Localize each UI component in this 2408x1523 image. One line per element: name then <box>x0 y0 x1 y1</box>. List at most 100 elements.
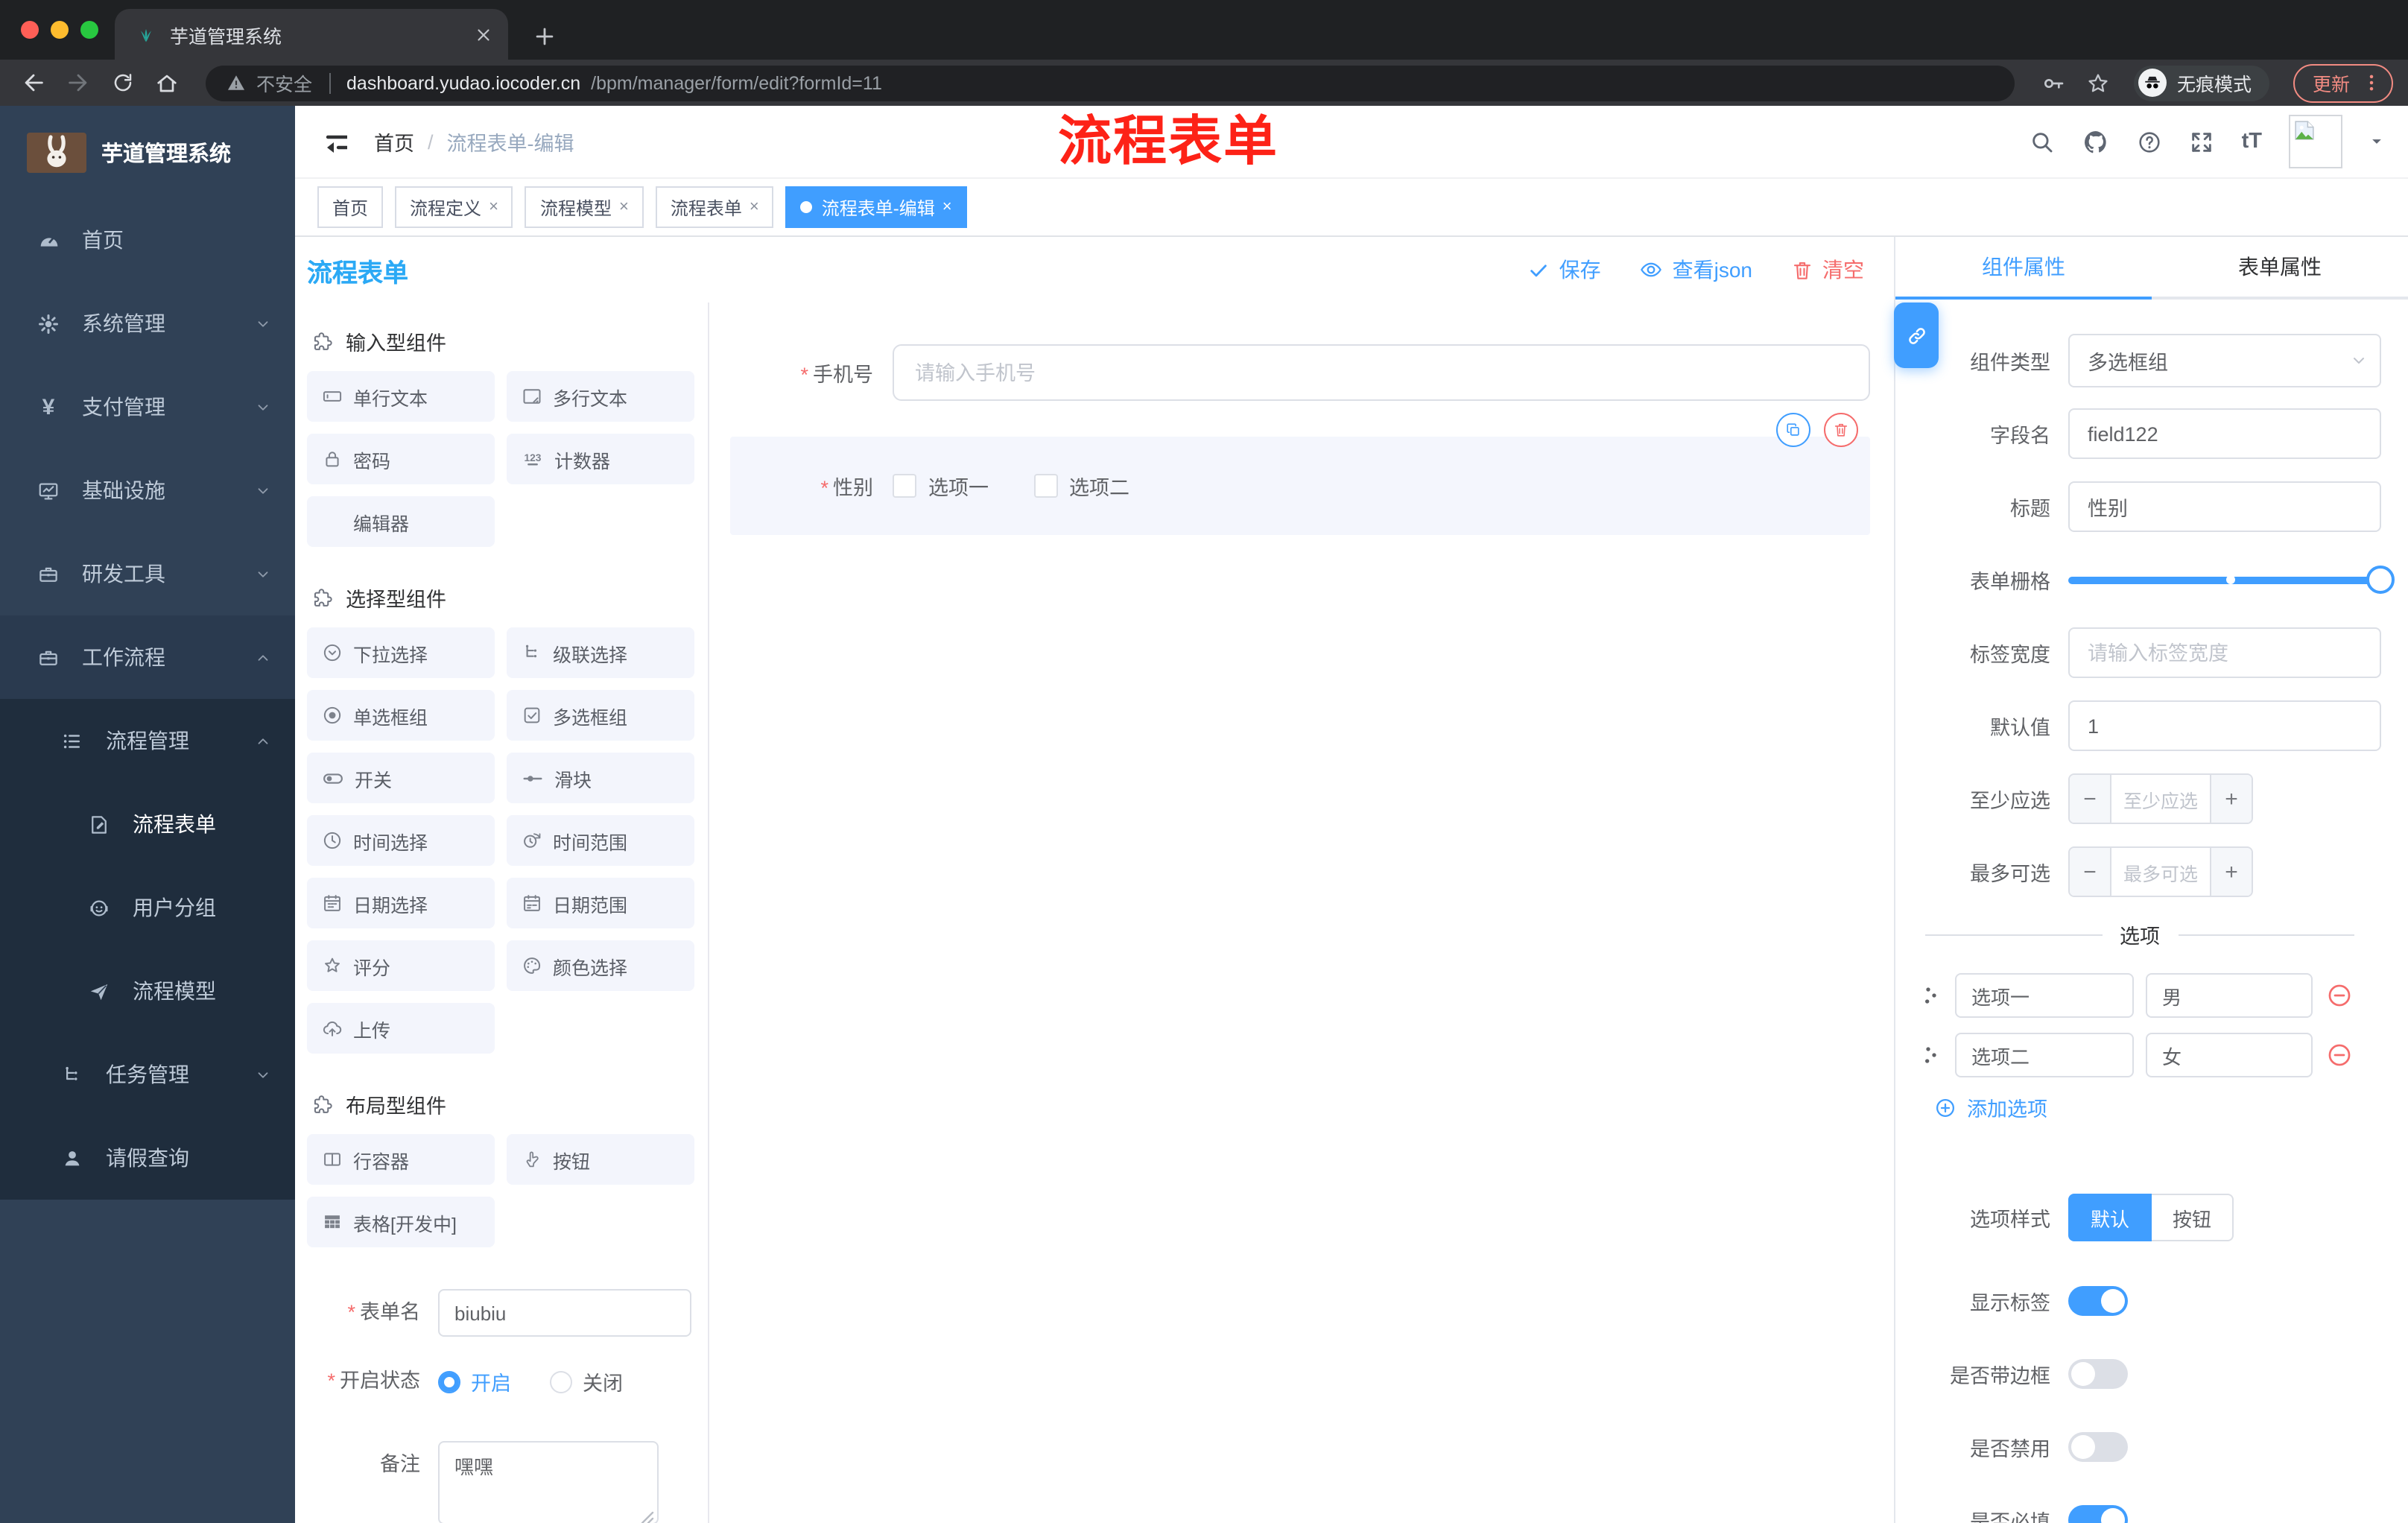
component-item[interactable]: 时间选择 <box>307 815 495 866</box>
user-avatar[interactable] <box>2289 115 2342 168</box>
stepper-minus-button[interactable]: − <box>2070 775 2111 823</box>
tag-close-icon[interactable]: × <box>489 198 498 216</box>
url-bar[interactable]: 不安全 dashboard.yudao.iocoder.cn/bpm/manag… <box>206 65 2015 101</box>
sidebar-item-process-form[interactable]: 流程表单 <box>0 782 295 866</box>
clear-button[interactable]: 清空 <box>1791 255 1864 285</box>
browser-tab[interactable]: 芋道管理系统 <box>115 9 508 60</box>
option-value-input[interactable] <box>2146 973 2313 1018</box>
show-label-toggle[interactable] <box>2068 1286 2128 1316</box>
component-item[interactable]: 评分 <box>307 940 495 991</box>
window-zoom-button[interactable] <box>80 21 98 39</box>
resize-handle-icon[interactable] <box>641 1511 654 1523</box>
stepper-value[interactable]: 至少应选 <box>2111 775 2210 823</box>
option-name-input[interactable] <box>1955 973 2134 1018</box>
forward-button[interactable] <box>60 65 95 101</box>
sidebar-item-devtools[interactable]: 研发工具 <box>0 532 295 615</box>
component-item[interactable]: 下拉选择 <box>307 627 495 678</box>
sidebar-item-task-management[interactable]: 任务管理 <box>0 1033 295 1116</box>
drag-handle-icon[interactable] <box>1919 1043 1943 1067</box>
component-item[interactable]: 单行文本 <box>307 371 495 422</box>
sidebar-item-workflow[interactable]: 工作流程 <box>0 615 295 699</box>
component-item[interactable]: 时间范围 <box>507 815 694 866</box>
fullscreen-icon[interactable] <box>2190 129 2215 154</box>
gender-checkbox-group[interactable]: * 性别 选项一 选项二 <box>730 437 1870 535</box>
window-minimize-button[interactable] <box>51 21 69 39</box>
sidebar-item-user-group[interactable]: 用户分组 <box>0 866 295 949</box>
sidebar-item-system[interactable]: 系统管理 <box>0 282 295 365</box>
slider-track[interactable] <box>2068 566 2395 594</box>
component-item[interactable]: 表格[开发中] <box>307 1197 495 1247</box>
style-button-button[interactable]: 按钮 <box>2152 1194 2234 1241</box>
form-name-input[interactable] <box>438 1289 691 1337</box>
option-name-input[interactable] <box>1955 1033 2134 1077</box>
font-size-icon[interactable]: tT <box>2242 130 2262 153</box>
sidebar-collapse-button[interactable] <box>322 129 347 154</box>
required-toggle[interactable] <box>2068 1505 2128 1523</box>
tab-close-icon[interactable] <box>474 25 493 44</box>
sidebar-item-process-management[interactable]: 流程管理 <box>0 699 295 782</box>
component-item[interactable]: 日期范围 <box>507 878 694 928</box>
help-question-icon[interactable] <box>2138 129 2163 154</box>
component-item[interactable]: 颜色选择 <box>507 940 694 991</box>
add-option-button[interactable]: 添加选项 <box>1934 1092 2381 1122</box>
label-width-input[interactable] <box>2068 627 2381 678</box>
avatar-caret-down-icon[interactable] <box>2369 134 2384 149</box>
github-icon[interactable] <box>2082 127 2111 156</box>
tag-close-icon[interactable]: × <box>750 198 759 216</box>
default-value-input[interactable] <box>2068 700 2381 751</box>
component-item[interactable]: 滑块 <box>507 753 694 803</box>
slider-handle[interactable] <box>2366 566 2395 594</box>
component-item[interactable]: 日期选择 <box>307 878 495 928</box>
sidebar-item-leave-query[interactable]: 请假查询 <box>0 1116 295 1200</box>
tag-close-icon[interactable]: × <box>619 198 629 216</box>
stepper-minus-button[interactable]: − <box>2070 848 2111 896</box>
title-input[interactable] <box>2068 481 2381 532</box>
component-item[interactable]: 级联选择 <box>507 627 694 678</box>
component-item[interactable]: 密码 <box>307 434 495 484</box>
data-bind-link-button[interactable] <box>1894 303 1939 368</box>
sidebar-item-payment[interactable]: ¥ 支付管理 <box>0 365 295 449</box>
tag-process-form-edit[interactable]: 流程表单-编辑 × <box>785 186 967 228</box>
browser-menu-dots-icon[interactable] <box>2360 72 2383 94</box>
window-close-button[interactable] <box>21 21 39 39</box>
search-icon[interactable] <box>2030 129 2056 154</box>
component-item[interactable]: 行容器 <box>307 1134 495 1185</box>
status-radio-on[interactable]: 开启 <box>438 1367 511 1396</box>
disabled-toggle[interactable] <box>2068 1432 2128 1462</box>
back-button[interactable] <box>15 65 51 101</box>
canvas-field-phone[interactable]: * 手机号 <box>730 344 1870 401</box>
component-item[interactable]: 单选框组 <box>307 690 495 741</box>
field-name-input[interactable] <box>2068 408 2381 459</box>
component-item[interactable]: 开关 <box>307 753 495 803</box>
stepper-plus-button[interactable]: + <box>2210 848 2252 896</box>
duplicate-component-button[interactable] <box>1776 413 1810 447</box>
form-grid-slider[interactable] <box>2068 554 2395 605</box>
form-remark-textarea[interactable]: 嘿嘿 <box>438 1441 659 1523</box>
component-type-select[interactable]: 多选框组 <box>2068 334 2381 387</box>
bookmark-star-icon[interactable] <box>2080 65 2116 101</box>
tag-process-definition[interactable]: 流程定义 × <box>395 186 513 228</box>
canvas-selected-component[interactable]: * 性别 选项一 选项二 <box>730 413 1870 535</box>
sidebar-item-home[interactable]: 首页 <box>0 198 295 282</box>
phone-input[interactable] <box>893 344 1870 401</box>
with-border-toggle[interactable] <box>2068 1359 2128 1389</box>
stepper-plus-button[interactable]: + <box>2210 775 2252 823</box>
component-item[interactable]: 上传 <box>307 1003 495 1054</box>
gender-option-1[interactable]: 选项一 <box>893 471 989 501</box>
status-radio-off[interactable]: 关闭 <box>550 1367 623 1396</box>
stepper-value[interactable]: 最多可选 <box>2111 848 2210 896</box>
tag-process-form[interactable]: 流程表单 × <box>655 186 774 228</box>
option-value-input[interactable] <box>2146 1033 2313 1077</box>
component-item[interactable]: 多选框组 <box>507 690 694 741</box>
browser-update-button[interactable]: 更新 <box>2293 63 2393 102</box>
save-button[interactable]: 保存 <box>1528 255 1601 285</box>
drag-handle-icon[interactable] <box>1919 984 1943 1007</box>
checkbox[interactable] <box>1033 474 1057 498</box>
tab-component-props[interactable]: 组件属性 <box>1895 237 2152 300</box>
checkbox[interactable] <box>893 474 916 498</box>
tag-close-icon[interactable]: × <box>942 198 952 216</box>
gender-option-2[interactable]: 选项二 <box>1033 471 1129 501</box>
home-button[interactable] <box>149 65 185 101</box>
component-item[interactable]: 按钮 <box>507 1134 694 1185</box>
component-item[interactable]: 计数器 <box>507 434 694 484</box>
